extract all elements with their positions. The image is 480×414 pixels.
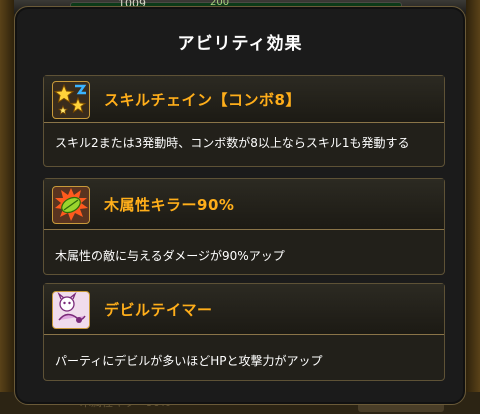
- leaf-burst-icon: [52, 186, 90, 224]
- dialog-title: アビリティ効果: [177, 34, 303, 54]
- ability-card-wood-killer: 木属性キラー90% 木属性の敵に与えるダメージが90%アップ: [43, 178, 445, 275]
- ability-card-header: 木属性キラー90%: [44, 179, 444, 230]
- ability-card-header: デビルテイマー: [44, 284, 444, 335]
- devil-creature-icon: [52, 291, 90, 329]
- ability-description: スキル2または3発動時、コンボ数が8以上ならスキル1も発動する: [55, 136, 410, 150]
- background-frame-left: [0, 0, 14, 414]
- ability-name: 木属性キラー90%: [104, 196, 235, 214]
- stars-sparkle-icon: [52, 81, 90, 119]
- ability-card-devil-tamer: デビルテイマー パーティにデビルが多いほどHPと攻撃力がアップ: [43, 283, 445, 381]
- ability-description: パーティにデビルが多いほどHPと攻撃力がアップ: [55, 354, 323, 368]
- ability-card-skill-chain: スキルチェイン【コンボ8】 スキル2または3発動時、コンボ数が8以上ならスキル1…: [43, 75, 445, 167]
- ability-effect-dialog[interactable]: アビリティ効果 スキルチェイン【コンボ8】 スキル2または3発動時、コンボ数が8…: [14, 6, 466, 405]
- ability-card-header: スキルチェイン【コンボ8】: [44, 76, 444, 123]
- ability-description: 木属性の敵に与えるダメージが90%アップ: [55, 249, 285, 263]
- ability-name: スキルチェイン【コンボ8】: [104, 91, 301, 109]
- background-frame-right: [466, 0, 480, 414]
- ability-name: デビルテイマー: [104, 301, 213, 319]
